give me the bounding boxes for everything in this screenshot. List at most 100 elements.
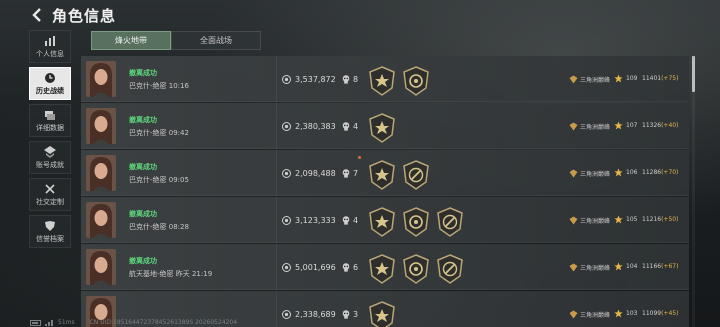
coin-icon: [282, 216, 291, 225]
tools-icon: [45, 183, 55, 194]
row-divider: [276, 150, 277, 196]
badge-star-icon[interactable]: [369, 160, 395, 190]
ping-text: 51ms: [58, 319, 75, 326]
star-icon: [614, 121, 623, 130]
match-record-row[interactable]: 撤离成功 航天基地-绝密 昨天 21:19 5,001,696 6 三角洲巅峰 104 11…: [81, 244, 689, 290]
score-text: 11166(+67): [642, 263, 678, 270]
loot-value: 2,380,383: [295, 122, 336, 131]
rank-icon: [569, 122, 578, 131]
match-record-row[interactable]: 撤离成功 巴克什-绝密 09:05 2,098,488 7 三角洲巅峰 106 11286(…: [81, 150, 689, 196]
badge-emblem-icon[interactable]: [403, 66, 429, 96]
loot-value: 3,123,333: [295, 216, 336, 225]
extraction-status: 撤离成功: [129, 257, 157, 265]
score-value: 11216: [642, 216, 662, 223]
score-text: 11326(+40): [642, 122, 678, 129]
header: 角色信息: [0, 0, 720, 30]
kill-count: 4: [353, 122, 359, 131]
rank-name: 三角洲巅峰: [580, 218, 611, 225]
score-text: 11216(+50): [642, 216, 678, 223]
sidebar-item-profile[interactable]: 个人信息: [29, 30, 71, 63]
score-delta: (+40): [661, 122, 679, 129]
data-cards-icon: [45, 110, 55, 120]
badge-star-icon[interactable]: [369, 207, 395, 237]
level-value: 103: [626, 310, 638, 317]
badge-slash-icon[interactable]: [403, 160, 429, 190]
skull-icon: [342, 216, 350, 225]
scrollbar[interactable]: [692, 56, 695, 327]
map-and-time: 巴克什-绝密 10:16: [129, 82, 189, 90]
match-record-row[interactable]: 撤离成功 巴克什-绝密 09:42 2,380,383 4 三角洲巅峰 107 11326(…: [81, 103, 689, 149]
loot-value: 3,537,872: [295, 75, 336, 84]
extraction-status: 撤离成功: [129, 210, 157, 218]
level-value: 105: [626, 216, 638, 223]
coin-icon: [282, 75, 291, 84]
badge-list: [369, 66, 437, 96]
back-button[interactable]: [28, 6, 46, 24]
bar-chart-icon: [45, 35, 55, 46]
badge-star-icon[interactable]: [369, 113, 395, 143]
badge-emblem-icon[interactable]: [403, 254, 429, 284]
extraction-status: 撤离成功: [129, 116, 157, 124]
score-delta: (+67): [661, 263, 679, 270]
badge-list: [369, 113, 403, 143]
badge-slash-icon[interactable]: [437, 207, 463, 237]
star-icon: [614, 309, 623, 318]
loot-value: 2,098,488: [295, 169, 336, 178]
kill-count: 4: [353, 216, 359, 225]
score-value: 11326: [642, 122, 662, 129]
star-icon: [614, 74, 623, 83]
avatar: [86, 61, 116, 97]
clock-icon: [45, 72, 55, 83]
scrollbar-thumb[interactable]: [692, 56, 695, 92]
rank-name: 三角洲巅峰: [580, 124, 611, 131]
badge-list: [369, 160, 437, 190]
rank-icon: [569, 169, 578, 178]
sidebar: 个人信息 历史战绩 详细数据 账号成就 社交定制 信誉档案: [29, 30, 71, 252]
match-record-row[interactable]: 撤离成功巴克什-绝密 08:28 3,123,333 4 三角洲巅峰 105 11216(…: [81, 197, 689, 243]
tab-operations[interactable]: 烽火地带: [91, 31, 171, 50]
achievement-icon: [44, 145, 56, 158]
badge-emblem-icon[interactable]: [403, 207, 429, 237]
score-text: 11099(+45): [642, 310, 678, 317]
star-icon: [614, 168, 623, 177]
score-delta: (+75): [661, 75, 679, 82]
level-value: 106: [626, 169, 638, 176]
badge-slash-icon[interactable]: [437, 254, 463, 284]
match-history-list: 撤离成功 巴克什-绝密 10:16 3,537,872 8 三角洲巅峰 109 11401(…: [81, 56, 689, 327]
score-text: 11401(+75): [642, 75, 678, 82]
score-value: 11401: [642, 75, 662, 82]
page-title: 角色信息: [52, 6, 117, 25]
badge-list: [369, 207, 471, 237]
match-record-row[interactable]: 撤离成功 巴克什-绝密 10:16 3,537,872 8 三角洲巅峰 109 11401(…: [81, 56, 689, 102]
tab-warfare[interactable]: 全面战场: [171, 31, 261, 50]
avatar: [86, 202, 116, 238]
skull-icon: [342, 263, 350, 272]
sidebar-item-label: 详细数据: [36, 123, 64, 132]
sidebar-item-label: 个人信息: [36, 49, 64, 58]
extraction-status: 撤离成功: [129, 69, 157, 77]
skull-icon: [342, 75, 350, 84]
kill-count: 7: [353, 169, 359, 178]
sidebar-item-achievements[interactable]: 账号成就: [29, 141, 71, 174]
badge-star-icon[interactable]: [369, 254, 395, 284]
skull-icon: [342, 169, 350, 178]
sidebar-item-credit[interactable]: 信誉档案: [29, 215, 71, 248]
rank-icon: [569, 263, 578, 272]
mode-tabs: 烽火地带 全面战场: [91, 31, 261, 50]
coin-icon: [282, 122, 291, 131]
badge-star-icon[interactable]: [369, 66, 395, 96]
map-and-time: 巴克什-绝密 08:28: [129, 223, 189, 231]
coin-icon: [282, 263, 291, 272]
badge-list: [369, 254, 471, 284]
star-icon: [614, 215, 623, 224]
row-divider: [276, 103, 277, 149]
kill-count: 8: [353, 75, 359, 84]
level-value: 104: [626, 263, 638, 270]
sidebar-item-details[interactable]: 详细数据: [29, 104, 71, 137]
score-value: 11166: [642, 263, 662, 270]
rank-icon: [569, 75, 578, 84]
skull-icon: [342, 122, 350, 131]
level-value: 107: [626, 122, 638, 129]
sidebar-item-social[interactable]: 社交定制: [29, 178, 71, 211]
sidebar-item-history[interactable]: 历史战绩: [29, 67, 71, 100]
